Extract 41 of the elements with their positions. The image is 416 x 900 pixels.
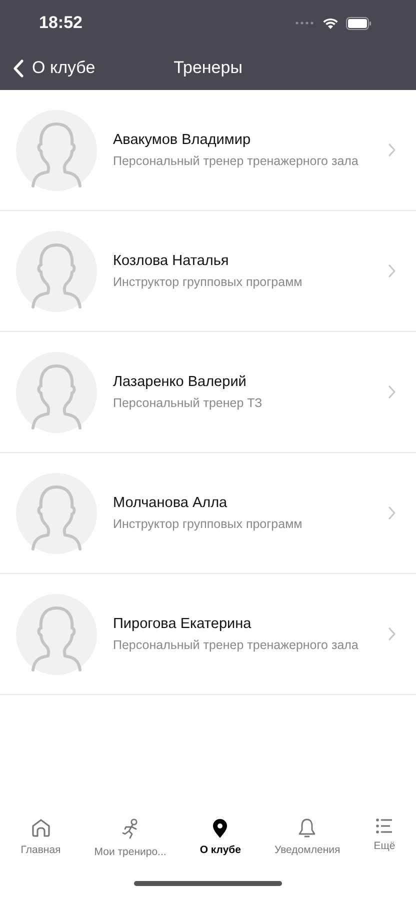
avatar-icon	[16, 110, 97, 190]
trainer-name: Лазаренко Валерий	[113, 374, 248, 390]
trainer-role: Инструктор групповых программ	[113, 275, 304, 289]
tab-item[interactable]: Ещё	[374, 816, 396, 866]
trainer-row[interactable]: Авакумов Владимир Персональный тренер тренажерного зала	[0, 90, 416, 211]
trainer-role: Персональный тренер тренажерного зала	[113, 154, 360, 168]
wifi-icon	[322, 17, 339, 29]
avatar-icon	[16, 472, 97, 554]
trainer-row[interactable]: Козлова Наталья Инструктор групповых программ	[0, 211, 416, 332]
battery-icon	[346, 16, 372, 30]
trainer-row[interactable]: Пирогова Екатерина Персональный тренер тренажерного зала	[0, 574, 416, 695]
tab-item[interactable]: О клубе	[200, 816, 241, 866]
chevron-icon	[388, 264, 396, 278]
back-button[interactable]: О клубе	[0, 58, 96, 78]
chevron-icon	[388, 385, 396, 399]
trainer-row[interactable]: Лазаренко Валерий Персональный тренер ТЗ	[0, 332, 416, 453]
trainer-row[interactable]: Молчанова Алла Инструктор групповых программ	[0, 453, 416, 574]
bell-icon	[298, 818, 316, 838]
back-chevron-icon	[13, 58, 24, 78]
avatar-icon	[16, 594, 97, 674]
avatar-icon	[16, 352, 97, 432]
trainer-name: Пирогова Екатерина	[113, 616, 252, 632]
signal-icon	[295, 21, 315, 25]
status-time: 18:52	[39, 13, 82, 33]
home-icon	[30, 818, 51, 838]
chevron-icon	[388, 143, 396, 157]
chevron-icon	[388, 506, 396, 520]
tab-item[interactable]: Главная	[20, 816, 61, 866]
trainer-name: Козлова Наталья	[113, 253, 230, 269]
trainer-name: Молчанова Алла	[113, 495, 228, 511]
location-pin-icon	[212, 818, 228, 838]
list-icon	[376, 818, 392, 834]
trainer-name: Авакумов Владимир	[113, 132, 252, 148]
screen-title: Тренеры	[174, 58, 242, 78]
tab-item[interactable]: Мои трениро...	[94, 816, 166, 866]
trainer-role: Персональный тренер тренажерного зала	[113, 638, 360, 652]
trainer-role: Инструктор групповых программ	[113, 517, 304, 531]
tab-item[interactable]: Уведомления	[274, 816, 340, 866]
chevron-icon	[388, 627, 396, 641]
trainer-role: Персональный тренер ТЗ	[113, 396, 264, 410]
avatar-icon	[16, 230, 97, 312]
